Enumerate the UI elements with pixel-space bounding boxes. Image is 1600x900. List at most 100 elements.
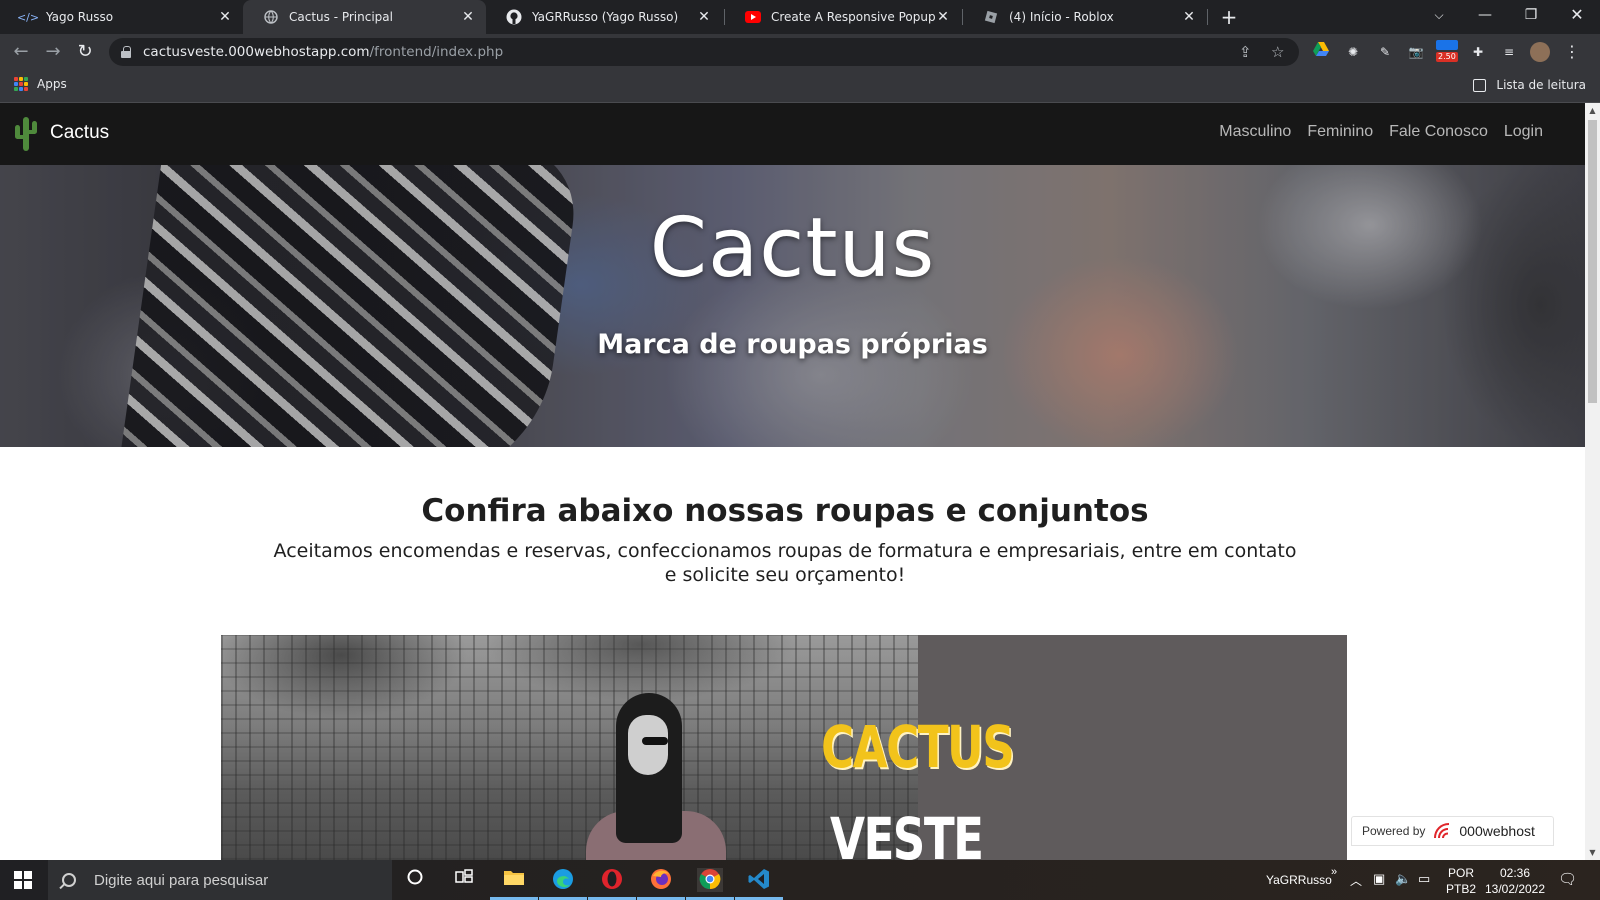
taskbar-user[interactable]: YaGRRusso [1266,873,1332,900]
site-navbar: Cactus Masculino Feminino Fale Conosco L… [0,103,1585,165]
windows-taskbar: Digite aqui para pesquisar YaGRRusso » ︿… [0,860,1600,900]
notification-center-icon[interactable]: 🗨 [1558,870,1577,900]
clock-date: 13/02/2022 [1484,882,1546,896]
cactus-logo-icon [15,117,37,151]
keyboard-layout: PTB2 [1446,882,1477,896]
taskbar-search-placeholder: Digite aqui para pesquisar [94,871,269,889]
close-tab-icon[interactable]: ✕ [460,9,476,25]
opera-icon[interactable] [588,868,636,900]
site-nav-links: Masculino Feminino Fale Conosco Login [1203,123,1543,141]
tab-title: YaGRRusso (Yago Russo) [532,10,679,24]
volume-icon[interactable]: 🔈 [1395,871,1411,900]
hero-banner: Cactus Marca de roupas próprias [0,165,1585,447]
toolbar-overflow-icon[interactable]: » [1331,866,1337,900]
powered-by-badge[interactable]: Powered by 000webhost [1351,816,1554,846]
section-description: Aceitamos encomendas e reservas, confecc… [273,540,1297,586]
tab-cactus-principal[interactable]: Cactus - Principal ✕ [243,0,486,34]
tab-title: Create A Responsive Popup Imag [771,10,935,24]
banner-trees [221,635,918,755]
menu-kebab-icon[interactable]: ⋮ [1562,42,1582,62]
cortana-icon[interactable] [402,868,428,892]
edge-browser-icon[interactable] [539,868,587,900]
scroll-down-arrow[interactable]: ▼ [1585,845,1600,860]
close-tab-icon[interactable]: ✕ [935,9,951,25]
profile-avatar[interactable] [1530,42,1550,62]
bookmarks-bar: Apps Lista de leitura [0,70,1600,103]
tab-yago-russo[interactable]: </> Yago Russo ✕ [0,0,243,34]
forward-button[interactable]: → [41,40,65,64]
pen-extension-icon[interactable]: ✎ [1375,42,1395,62]
vscode-icon[interactable] [735,868,783,900]
back-button[interactable]: ← [9,40,33,64]
meet-now-icon[interactable]: ▣ [1373,871,1385,900]
show-hidden-icons[interactable]: ︿ [1350,872,1362,900]
nav-link-fale-conosco[interactable]: Fale Conosco [1389,123,1488,141]
reading-list-button[interactable]: Lista de leitura [1473,78,1586,92]
reading-list-icon [1473,78,1487,92]
scroll-up-arrow[interactable]: ▲ [1585,103,1600,118]
page-scrollbar[interactable]: ▲ ▼ [1585,103,1600,860]
nav-link-masculino[interactable]: Masculino [1219,123,1291,141]
tab-youtube[interactable]: Create A Responsive Popup Imag ✕ [725,0,961,34]
banner-text-veste: VESTE [830,805,984,860]
address-bar[interactable]: cactusveste.000webhostapp.com/frontend/i… [109,38,1299,66]
language-indicator[interactable]: POR PTB2 [1446,865,1476,900]
youtube-icon [745,9,761,25]
brand-name: Cactus [50,122,110,143]
windows-start-icon[interactable] [14,871,32,889]
lock-icon [121,46,131,58]
site-brand[interactable]: Cactus [14,115,109,151]
section-title: Confira abaixo nossas roupas e conjuntos [421,493,1149,529]
media-controls-icon[interactable]: ≡ [1499,42,1519,62]
clock-time: 02:36 [1499,866,1531,880]
clock[interactable]: 02:36 13/02/2022 [1482,865,1548,900]
speed-extension-icon[interactable]: 2.50 [1436,40,1458,62]
000webhost-logo-icon [1434,823,1450,839]
extensions-puzzle-icon[interactable]: ✚ [1468,42,1488,62]
share-icon[interactable]: ⇪ [1239,43,1252,61]
powered-by-host: 000webhost [1459,823,1535,839]
react-devtools-icon[interactable]: ✺ [1343,42,1363,62]
taskbar-search[interactable]: Digite aqui para pesquisar [48,860,392,900]
apps-shortcut[interactable]: Apps [14,77,67,91]
file-explorer-icon[interactable] [490,868,538,900]
reload-button[interactable]: ↻ [73,40,97,64]
close-tab-icon[interactable]: ✕ [217,9,233,25]
page-viewport: Cactus Masculino Feminino Fale Conosco L… [0,103,1585,860]
firefox-icon[interactable] [637,868,685,900]
scroll-thumb[interactable] [1588,120,1597,403]
banner-text-cactus: CACTUS [821,713,1015,781]
language-code: POR [1448,866,1475,880]
close-tab-icon[interactable]: ✕ [696,9,712,25]
task-view-icon[interactable] [451,868,477,892]
tab-title: Cactus - Principal [289,10,393,24]
nav-link-feminino[interactable]: Feminino [1307,123,1373,141]
close-tab-icon[interactable]: ✕ [1181,9,1197,25]
hero-subtitle: Marca de roupas próprias [597,329,988,360]
apps-grid-icon [14,77,28,91]
restore-button[interactable]: ❐ [1508,0,1554,34]
code-icon: </> [16,10,40,24]
tab-github[interactable]: YaGRRusso (Yago Russo) ✕ [486,0,722,34]
url-path: /frontend/index.php [369,44,504,60]
tab-strip: </> Yago Russo ✕ Cactus - Principal ✕ Ya… [0,0,1600,34]
url-text[interactable]: cactusveste.000webhostapp.com/frontend/i… [143,44,503,60]
nav-link-login[interactable]: Login [1504,123,1543,141]
network-icon[interactable]: ▭ [1418,871,1430,900]
github-icon [506,9,522,25]
camera-icon[interactable]: 📷 [1406,42,1426,62]
tab-roblox[interactable]: (4) Início - Roblox ✕ [963,0,1207,34]
reading-list-label: Lista de leitura [1496,78,1586,92]
chrome-icon[interactable] [686,868,734,900]
search-icon [62,873,76,887]
globe-icon [263,9,279,25]
apps-label: Apps [37,77,67,91]
tab-title: (4) Início - Roblox [1009,10,1114,24]
new-tab-button[interactable]: + [1216,4,1242,30]
close-window-button[interactable]: ✕ [1554,0,1600,34]
tab-search-icon[interactable]: ⌵ [1416,0,1462,34]
hero-title: Cactus [649,201,936,296]
bookmark-star-icon[interactable]: ☆ [1271,43,1284,61]
minimize-button[interactable]: — [1462,0,1508,34]
google-drive-icon[interactable] [1311,42,1331,62]
